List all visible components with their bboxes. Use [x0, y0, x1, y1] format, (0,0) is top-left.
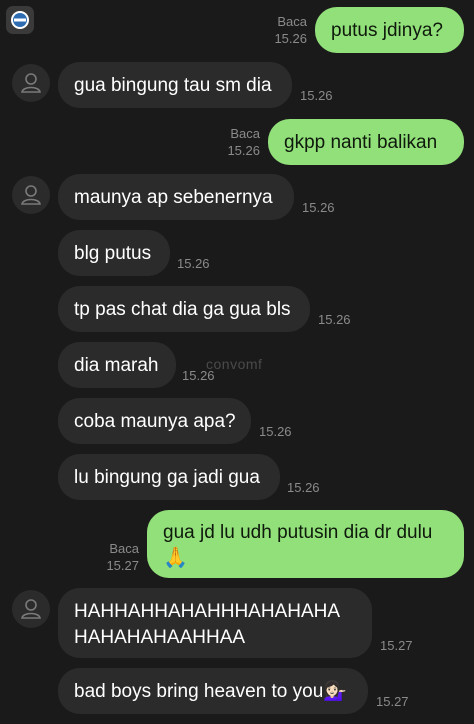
message-time: 15.26: [300, 88, 333, 103]
incoming-message[interactable]: bad boys bring heaven to you💁🏻‍♀️: [58, 668, 368, 714]
watermark-text: convomf: [206, 356, 263, 372]
message-line: gua jd lu udh putusin dia dr dulu: [163, 522, 433, 543]
contact-avatar[interactable]: [12, 176, 50, 214]
contact-avatar[interactable]: [12, 590, 50, 628]
read-receipt: Baca: [277, 14, 307, 29]
person-icon: [21, 73, 41, 93]
incoming-message[interactable]: coba maunya apa?: [58, 398, 251, 444]
message-time: 15.27: [380, 638, 413, 653]
message-time: 15.27: [106, 558, 139, 573]
message-time: 15.26: [259, 424, 292, 439]
read-receipt: Baca: [230, 126, 260, 141]
incoming-message[interactable]: maunya ap sebenernya: [58, 174, 294, 220]
incoming-message[interactable]: lu bingung ga jadi gua: [58, 454, 280, 500]
pray-emoji: 🙏: [163, 547, 188, 569]
incoming-message[interactable]: dia marah: [58, 342, 176, 388]
incoming-message[interactable]: tp pas chat dia ga gua bls: [58, 286, 310, 332]
message-time: 15.26: [287, 480, 320, 495]
incoming-message[interactable]: blg putus: [58, 230, 170, 276]
person-icon: [21, 185, 41, 205]
incoming-message[interactable]: gua bingung tau sm dia: [58, 62, 292, 108]
outgoing-message[interactable]: gkpp nanti balikan: [268, 119, 464, 165]
outgoing-message[interactable]: gua jd lu udh putusin dia dr dulu 🙏: [147, 510, 464, 578]
read-receipt: Baca: [109, 541, 139, 556]
message-time: 15.26: [177, 256, 210, 271]
incoming-message[interactable]: HAHHAHHAHAHHHAHAHAHA HAHAHAHAAHHAA: [58, 588, 372, 658]
message-time: 15.27: [376, 694, 409, 709]
contact-avatar[interactable]: [12, 64, 50, 102]
chat-back-icon[interactable]: [6, 6, 34, 34]
message-time: 15.26: [302, 200, 335, 215]
circle-icon: [11, 11, 29, 29]
message-time: 15.26: [318, 312, 351, 327]
message-time: 15.26: [227, 143, 260, 158]
person-icon: [21, 599, 41, 619]
chat-screen: Baca 15.26 putus jdinya? gua bingung tau…: [0, 0, 474, 724]
message-line: HAHAHAHAAHHAA: [74, 627, 246, 648]
message-line: HAHHAHHAHAHHHAHAHAHA: [74, 601, 341, 622]
message-time: 15.26: [274, 31, 307, 46]
outgoing-message[interactable]: putus jdinya?: [315, 7, 464, 53]
